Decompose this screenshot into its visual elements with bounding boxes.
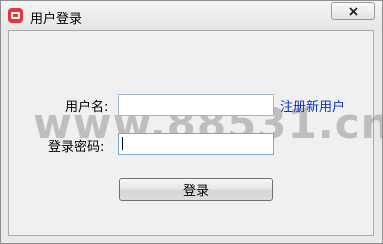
username-label: 用户名:	[65, 100, 109, 115]
window-title: 用户登录	[30, 12, 83, 27]
password-label: 登录密码:	[48, 140, 105, 155]
title-bar[interactable]: 用户登录	[1, 1, 382, 30]
close-button[interactable]	[331, 2, 375, 20]
text-caret	[122, 137, 123, 150]
app-logo-icon	[8, 8, 23, 23]
login-window: 用户登录 www.88531.cn 用户名: 注册新用户 登录密码: 登录	[0, 0, 383, 244]
password-input[interactable]	[118, 133, 274, 155]
login-button[interactable]: 登录	[119, 178, 273, 201]
close-icon	[349, 7, 358, 16]
register-link[interactable]: 注册新用户	[280, 96, 345, 115]
username-input[interactable]	[118, 94, 274, 116]
